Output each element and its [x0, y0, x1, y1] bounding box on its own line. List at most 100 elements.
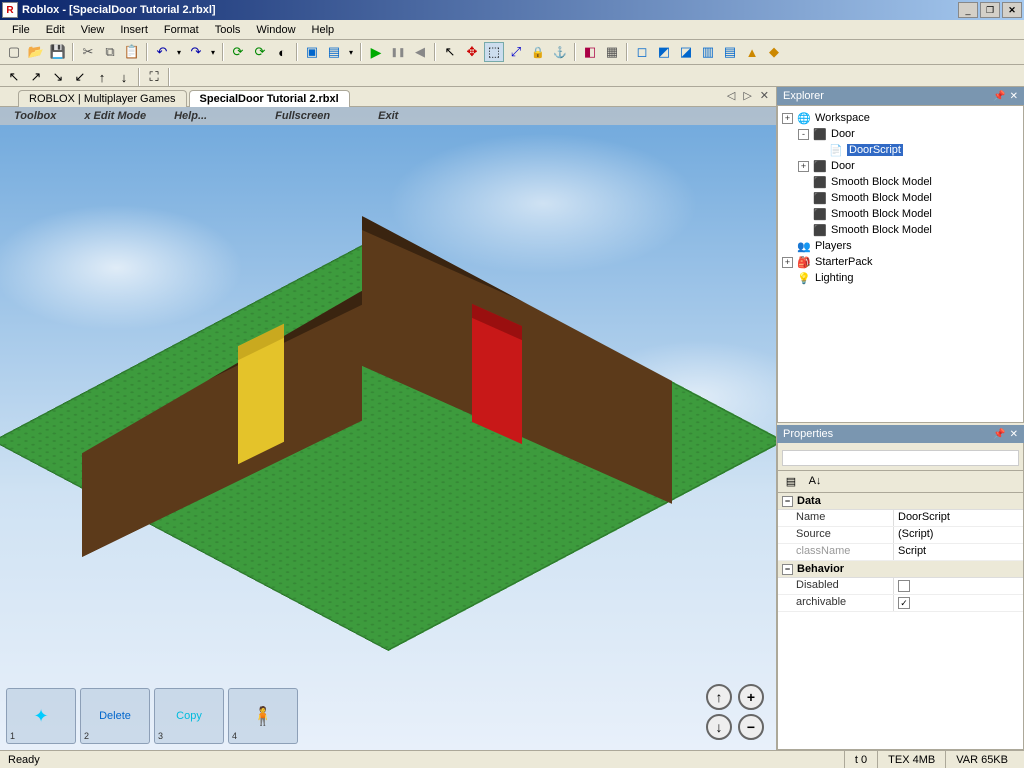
copy-button[interactable] [100, 42, 120, 62]
menu-file[interactable]: File [4, 22, 38, 38]
categorized-icon[interactable]: ▤ [782, 472, 800, 490]
menu-help[interactable]: Help [304, 22, 343, 38]
menu-insert[interactable]: Insert [112, 22, 156, 38]
save-button[interactable] [48, 42, 68, 62]
surface-glue[interactable]: ◩ [654, 42, 674, 62]
cut-button[interactable] [78, 42, 98, 62]
tab-close[interactable]: ✕ [757, 89, 772, 102]
stop-button[interactable] [410, 42, 430, 62]
arrow-ne[interactable]: ↗ [26, 67, 46, 87]
arrow-sw[interactable]: ↙ [70, 67, 90, 87]
menu-view[interactable]: View [73, 22, 113, 38]
tilt-button[interactable]: ◐ [272, 42, 292, 62]
tree-row[interactable]: -⬛Door [780, 126, 1021, 142]
color-tool[interactable]: ◧ [580, 42, 600, 62]
camera-zoom-out[interactable]: − [738, 714, 764, 740]
ungroup-button[interactable]: ▤ [324, 42, 344, 62]
pin-icon[interactable]: 📌 [993, 91, 1005, 102]
hotbar-slot-4[interactable]: 4🧍 [228, 688, 298, 744]
surface-hinge[interactable]: ◆ [764, 42, 784, 62]
property-row[interactable]: NameDoorScript [778, 510, 1023, 527]
property-row[interactable]: archivable✓ [778, 595, 1023, 612]
hotbar-slot-1[interactable]: 1✦ [6, 688, 76, 744]
property-value[interactable]: DoorScript [894, 510, 1023, 526]
arrow-se[interactable]: ↘ [48, 67, 68, 87]
properties-header[interactable]: Properties 📌 ✕ [777, 425, 1024, 443]
viewport-exit[interactable]: Exit [364, 110, 412, 122]
arrow-up[interactable]: ↑ [92, 67, 112, 87]
rotate-right-button[interactable] [250, 42, 270, 62]
property-value[interactable]: Script [894, 544, 1023, 560]
tree-row[interactable]: 📄DoorScript [780, 142, 1021, 158]
rotate-left-button[interactable] [228, 42, 248, 62]
alphabetical-icon[interactable]: A↓ [806, 472, 824, 490]
tree-toggle[interactable]: - [798, 129, 809, 140]
property-category[interactable]: −Behavior [778, 561, 1023, 578]
surface-weld[interactable]: ◪ [676, 42, 696, 62]
move-tool[interactable] [462, 42, 482, 62]
tab-roblox-games[interactable]: ROBLOX | Multiplayer Games [18, 90, 187, 107]
collapse-icon[interactable]: − [782, 496, 793, 507]
collapse-icon[interactable]: − [782, 564, 793, 575]
checkbox[interactable] [898, 580, 910, 592]
select-tool[interactable] [440, 42, 460, 62]
material-tool[interactable]: ▦ [602, 42, 622, 62]
group-button[interactable]: ▣ [302, 42, 322, 62]
scale-tool[interactable] [506, 42, 526, 62]
tree-row[interactable]: +🌐Workspace [780, 110, 1021, 126]
menu-edit[interactable]: Edit [38, 22, 73, 38]
tree-row[interactable]: ⬛Smooth Block Model [780, 174, 1021, 190]
tree-toggle[interactable]: + [798, 161, 809, 172]
viewport-editmode[interactable]: x Edit Mode [70, 110, 160, 122]
redo-dropdown[interactable]: ▾ [208, 48, 218, 57]
anchor-tool[interactable] [550, 42, 570, 62]
tree-row[interactable]: +⬛Door [780, 158, 1021, 174]
undo-button[interactable] [152, 42, 172, 62]
property-row[interactable]: Disabled [778, 578, 1023, 595]
group-dropdown[interactable]: ▾ [346, 48, 356, 57]
tree-row[interactable]: ⬛Smooth Block Model [780, 190, 1021, 206]
tree-row[interactable]: 💡Lighting [780, 270, 1021, 286]
menu-tools[interactable]: Tools [207, 22, 249, 38]
tab-next[interactable]: ▷ [740, 89, 754, 102]
close-icon[interactable]: ✕ [1010, 91, 1018, 102]
camera-up[interactable]: ↑ [706, 684, 732, 710]
surface-universal[interactable]: ▲ [742, 42, 762, 62]
tree-row[interactable]: 👥Players [780, 238, 1021, 254]
undo-dropdown[interactable]: ▾ [174, 48, 184, 57]
property-value[interactable]: (Script) [894, 527, 1023, 543]
tree-toggle[interactable]: + [782, 113, 793, 124]
property-category[interactable]: −Data [778, 493, 1023, 510]
restore-button[interactable]: ❐ [980, 2, 1000, 18]
drag-tool[interactable]: ⬚ [484, 42, 504, 62]
tree-row[interactable]: ⬛Smooth Block Model [780, 222, 1021, 238]
properties-grid[interactable]: −DataNameDoorScriptSource(Script)classNa… [777, 493, 1024, 750]
camera-down[interactable]: ↓ [706, 714, 732, 740]
close-button[interactable]: ✕ [1002, 2, 1022, 18]
viewport-toolbox[interactable]: Toolbox [0, 110, 70, 122]
surface-inlet[interactable]: ▤ [720, 42, 740, 62]
pause-button[interactable] [388, 42, 408, 62]
tree-row[interactable]: +🎒StarterPack [780, 254, 1021, 270]
property-row[interactable]: classNameScript [778, 544, 1023, 561]
redo-button[interactable] [186, 42, 206, 62]
open-button[interactable] [26, 42, 46, 62]
checkbox[interactable]: ✓ [898, 597, 910, 609]
tree-toggle[interactable]: + [782, 257, 793, 268]
viewport-fullscreen[interactable]: Fullscreen [261, 110, 344, 122]
explorer-header[interactable]: Explorer 📌 ✕ [777, 87, 1024, 105]
surface-studs[interactable]: ▥ [698, 42, 718, 62]
play-button[interactable] [366, 42, 386, 62]
property-row[interactable]: Source(Script) [778, 527, 1023, 544]
menu-window[interactable]: Window [248, 22, 303, 38]
paste-button[interactable] [122, 42, 142, 62]
property-value[interactable] [894, 578, 1023, 594]
arrow-nw[interactable]: ↖ [4, 67, 24, 87]
viewport-3d[interactable]: Toolbox x Edit Mode Help... Fullscreen E… [0, 107, 776, 750]
property-value[interactable]: ✓ [894, 595, 1023, 611]
close-icon[interactable]: ✕ [1010, 429, 1018, 440]
tree-row[interactable]: ⬛Smooth Block Model [780, 206, 1021, 222]
expand-icon[interactable]: ⛶ [144, 67, 164, 87]
camera-zoom-in[interactable]: + [738, 684, 764, 710]
hotbar-slot-2[interactable]: 2Delete [80, 688, 150, 744]
